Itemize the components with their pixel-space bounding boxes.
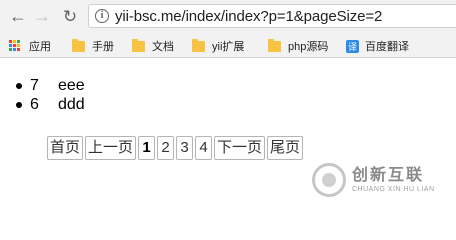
bookmark-php-yuanma[interactable]: php源码 [268, 37, 328, 55]
bookmark-label: php源码 [288, 41, 329, 53]
bookmark-label: 应用 [29, 41, 51, 53]
list-item: 6 ddd [16, 95, 85, 114]
item-name: ddd [58, 96, 85, 113]
bookmark-yii-kuozhan[interactable]: yii扩展 [192, 37, 244, 55]
bookmark-label: 文档 [152, 41, 174, 53]
apps-icon [9, 40, 21, 52]
page-number-link[interactable]: 4 [195, 136, 213, 160]
url-text[interactable]: yii-bsc.me/index/index?p=1&pageSize=2 [115, 8, 382, 25]
next-page-link[interactable]: 下一页 [214, 136, 266, 160]
reload-icon[interactable]: ↻ [60, 6, 80, 26]
list-item: 7 eee [16, 76, 85, 95]
bookmarks-bar: 应用 手册 文档 yii扩展 php源码 译 百度翻译 [0, 33, 456, 58]
watermark-en: CHUANG XIN HU LIAN [352, 185, 435, 193]
bookmark-baidu-fanyi[interactable]: 译 百度翻译 [346, 37, 409, 55]
translate-icon: 译 [346, 39, 359, 53]
page-number-link[interactable]: 3 [176, 136, 194, 160]
bookmark-label: 手册 [92, 41, 114, 53]
page-number-link[interactable]: 2 [157, 136, 175, 160]
prev-page-link[interactable]: 上一页 [85, 136, 137, 160]
bookmark-apps[interactable]: 应用 [9, 37, 51, 55]
item-id: 7 [30, 77, 39, 94]
browser-toolbar: ← → ↻ i yii-bsc.me/index/index?p=1&pageS… [0, 0, 456, 33]
watermark-icon [312, 163, 346, 197]
back-arrow-icon[interactable]: ← [8, 6, 28, 26]
record-list: 7 eee 6 ddd [0, 76, 85, 114]
bookmark-label: yii扩展 [212, 41, 245, 53]
watermark-text: 创新互联 CHUANG XIN HU LIAN [352, 167, 435, 194]
address-bar[interactable]: i yii-bsc.me/index/index?p=1&pageSize=2 [88, 4, 456, 28]
item-name: eee [58, 77, 85, 94]
first-page-link[interactable]: 首页 [47, 136, 84, 160]
watermark-logo: 创新互联 CHUANG XIN HU LIAN [312, 158, 456, 202]
folder-icon [132, 38, 145, 52]
last-page-link[interactable]: 尾页 [267, 136, 304, 160]
bookmark-label: 百度翻译 [365, 41, 409, 53]
forward-arrow-icon[interactable]: → [32, 6, 52, 26]
folder-icon [268, 38, 281, 52]
page-number-current: 1 [138, 136, 156, 160]
pagination: 首页 上一页 1 2 3 4 下一页 尾页 [47, 136, 304, 160]
folder-icon [192, 38, 205, 52]
bookmark-wendang[interactable]: 文档 [132, 37, 174, 55]
folder-icon [72, 38, 85, 52]
item-id: 6 [30, 96, 39, 113]
info-icon[interactable]: i [95, 9, 109, 23]
bookmark-shouce[interactable]: 手册 [72, 37, 114, 55]
watermark-cn: 创新互联 [352, 166, 425, 184]
